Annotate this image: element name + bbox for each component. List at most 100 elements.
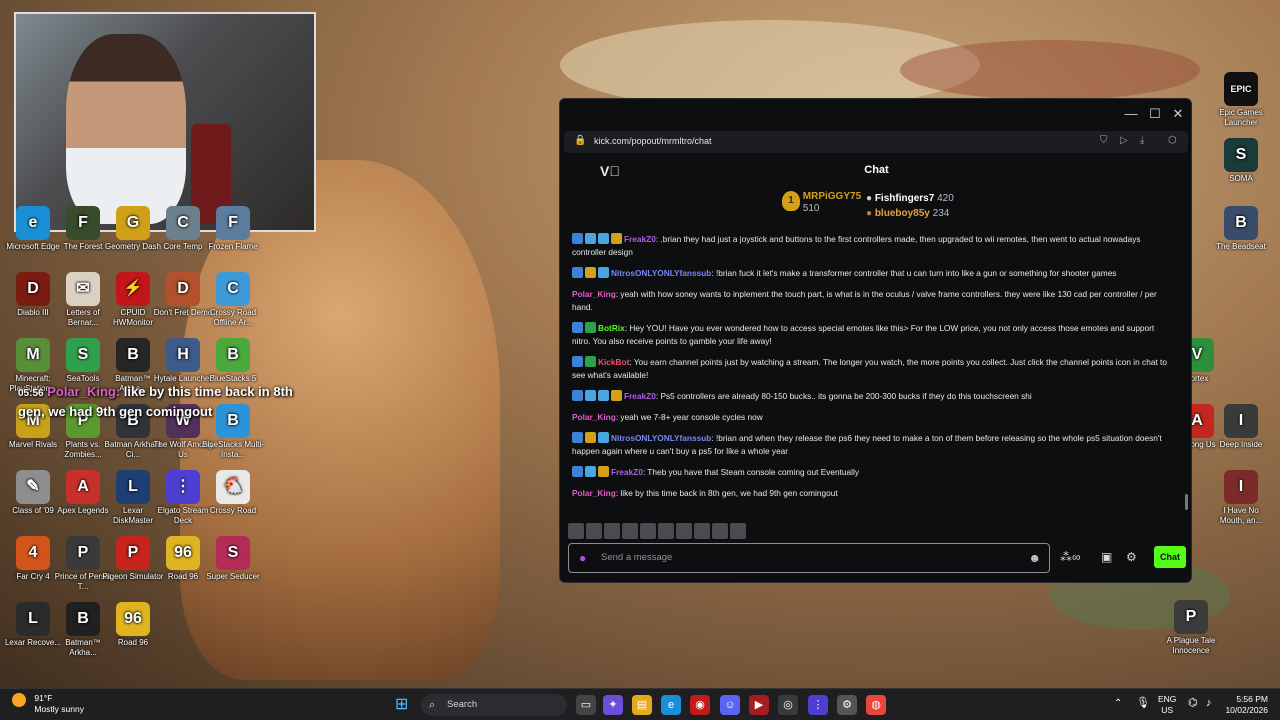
desktop-shortcut-label: Road 96: [117, 638, 149, 647]
chat-text: : Ps5 controllers are already 80-150 buc…: [655, 391, 1032, 401]
chrome-icon[interactable]: ◍: [866, 695, 886, 715]
windows-start-icon[interactable]: ⊞: [395, 696, 413, 714]
desktop-shortcut-label: Deep Inside: [1219, 440, 1263, 449]
desktop-shortcut[interactable]: B The Beadseat: [1210, 206, 1272, 252]
minimize-button[interactable]: —: [1122, 105, 1140, 123]
emoji-icon[interactable]: ☻: [1028, 551, 1041, 565]
edge-taskbar-icon[interactable]: e: [661, 695, 681, 715]
chat-message[interactable]: Polar_King: yeah we 7-8+ year console cy…: [572, 411, 1172, 424]
taskbar-search[interactable]: ⌕ Search: [421, 694, 567, 716]
volume-icon[interactable]: ♪: [1206, 698, 1212, 709]
desktop-shortcut[interactable]: P A Plague Tale Innocence: [1160, 600, 1222, 656]
shield-icon[interactable]: ⛉: [1100, 135, 1108, 146]
chat-scrollbar[interactable]: [1185, 494, 1188, 510]
batman-icon: B: [116, 338, 150, 372]
chat-username[interactable]: Polar_King: [572, 488, 616, 498]
desktop-shortcut-label: A Plague Tale Innocence: [1166, 636, 1216, 655]
seducer-icon: S: [216, 536, 250, 570]
chat-popout-window: — ☐ ✕ 🔒 kick.com/popout/mrmltro/chat ⛉ ▷…: [559, 98, 1192, 583]
desktop-shortcut[interactable]: EPIC Epic Games Launcher: [1210, 72, 1272, 128]
desktop-shortcut-label: Super Seducer: [206, 572, 260, 581]
tray-mic-icon[interactable]: 🎙: [1136, 698, 1150, 709]
download-icon[interactable]: ⤓: [1140, 135, 1144, 146]
extension-icon[interactable]: ⬡: [1168, 135, 1177, 146]
hwmonitor-icon: ⚡: [116, 272, 150, 306]
chat-username[interactable]: KickBot: [598, 357, 629, 367]
settings-taskbar-icon[interactable]: ⚙: [837, 695, 857, 715]
desktop-shortcut[interactable]: S Super Seducer: [202, 536, 264, 582]
desktop-shortcut-label: The Beadseat: [1216, 242, 1266, 251]
desktop-shortcut[interactable]: I Deep Inside: [1210, 404, 1272, 450]
chat-username[interactable]: Polar_King: [572, 412, 616, 422]
desktop-shortcut[interactable]: I I Have No Mouth, an...: [1210, 470, 1272, 526]
class09-icon: ✎: [16, 470, 50, 504]
user-badge-icon: [572, 322, 583, 333]
chat-message[interactable]: Polar_King: like by this time back in 8t…: [572, 487, 1172, 500]
play-icon[interactable]: ▷: [1120, 135, 1128, 146]
chat-username[interactable]: BotRix: [598, 323, 625, 333]
weather-widget[interactable]: 91°F Mostly sunny: [12, 693, 84, 715]
region-code: US: [1161, 705, 1174, 715]
chat-username[interactable]: FreakZ0: [624, 234, 656, 244]
plague-tale-icon: P: [1174, 600, 1208, 634]
task-view-icon[interactable]: ▭: [576, 695, 596, 715]
chat-username[interactable]: FreakZ0: [624, 391, 656, 401]
send-chat-button[interactable]: Chat: [1154, 546, 1186, 568]
leaderboard-first[interactable]: 1 MRPiGGY75 510: [782, 191, 861, 215]
chat-message[interactable]: FreakZ0: Ps5 controllers are already 80-…: [572, 390, 1172, 403]
message-input[interactable]: ● Send a message ☻: [568, 543, 1050, 573]
chat-username[interactable]: NitrosONLYONLYfanssub: [611, 268, 711, 278]
tray-chevron-icon[interactable]: ⌃: [1114, 698, 1122, 709]
user-badge-icon: [598, 466, 609, 477]
url-text[interactable]: kick.com/popout/mrmltro/chat: [594, 136, 712, 146]
desktop-shortcut-label: I Have No Mouth, an...: [1219, 506, 1263, 525]
hytale-icon: H: [166, 338, 200, 372]
chat-message-list[interactable]: FreakZ0: .brian they had just a joystick…: [572, 233, 1172, 513]
settings-gear-icon[interactable]: ⚙: [1126, 550, 1137, 564]
desktop-shortcut[interactable]: F Frozen Flame: [202, 206, 264, 252]
clock[interactable]: 5:56 PM 10/02/2026: [1224, 694, 1268, 716]
channel-logo-icon: V⃞: [600, 163, 620, 179]
desktop-shortcut[interactable]: B BlueStacks 5: [202, 338, 264, 384]
user-badge-icon: [598, 233, 609, 244]
chat-title: Chat: [864, 164, 889, 176]
leader-third-name: blueboy85y: [874, 208, 930, 219]
desktop-shortcut-label: SOMA: [1229, 174, 1253, 183]
obs-red-icon[interactable]: ◉: [690, 695, 710, 715]
close-button[interactable]: ✕: [1169, 105, 1187, 123]
desktop-shortcut[interactable]: C Crossy Road Offline Ar...: [202, 272, 264, 328]
clock-date: 10/02/2026: [1225, 705, 1268, 715]
chat-message[interactable]: FreakZ0: .brian they had just a joystick…: [572, 233, 1172, 259]
window-titlebar[interactable]: — ☐ ✕: [560, 99, 1191, 129]
chat-username[interactable]: FreakZ0: [611, 467, 643, 477]
steam-icon[interactable]: ◎: [778, 695, 798, 715]
file-explorer-icon[interactable]: ▤: [632, 695, 652, 715]
address-bar[interactable]: 🔒 kick.com/popout/mrmltro/chat ⛉ ▷ ⤓ ⬡: [564, 131, 1188, 153]
points-icon[interactable]: ⁂∞: [1060, 550, 1081, 564]
desktop-shortcut[interactable]: S SOMA: [1210, 138, 1272, 184]
active-viewers-row[interactable]: [568, 523, 748, 539]
stream-deck-icon[interactable]: ⋮: [808, 695, 828, 715]
network-icon[interactable]: ⌬: [1188, 698, 1198, 709]
chat-message[interactable]: NitrosONLYONLYfanssub: !brian and when t…: [572, 432, 1172, 458]
video-app-icon[interactable]: ▶: [749, 695, 769, 715]
language-indicator[interactable]: ENG US: [1158, 694, 1176, 716]
lexar-recovery-icon: L: [16, 602, 50, 636]
chat-username[interactable]: Polar_King: [572, 289, 616, 299]
copilot-icon[interactable]: ✦: [603, 695, 623, 715]
user-badge-icon: [572, 466, 583, 477]
chat-message[interactable]: Polar_King: yeah with how soney wants to…: [572, 288, 1172, 314]
chat-message[interactable]: NitrosONLYONLYfanssub: !brian fuck it le…: [572, 267, 1172, 280]
chat-message[interactable]: BotRix: Hey YOU! Have you ever wondered …: [572, 322, 1172, 348]
chat-username[interactable]: NitrosONLYONLYfanssub: [611, 433, 711, 443]
leaderboard-runners-up[interactable]: ● Fishfingers7 420 ● blueboy85y 234: [866, 191, 954, 221]
maximize-button[interactable]: ☐: [1146, 105, 1164, 123]
chat-message[interactable]: FreakZ0: Theb you have that Steam consol…: [572, 466, 1172, 479]
desktop-shortcut[interactable]: 96 Road 96: [102, 602, 164, 648]
mic-icon[interactable]: ●: [579, 551, 586, 565]
desktop-shortcut[interactable]: 🐔 Crossy Road: [202, 470, 264, 516]
gift-icon[interactable]: ▣: [1101, 550, 1112, 564]
desktop-shortcut-label: Epic Games Launcher: [1219, 108, 1263, 127]
discord-icon[interactable]: ☺: [720, 695, 740, 715]
chat-message[interactable]: KickBot: You earn channel points just by…: [572, 356, 1172, 382]
